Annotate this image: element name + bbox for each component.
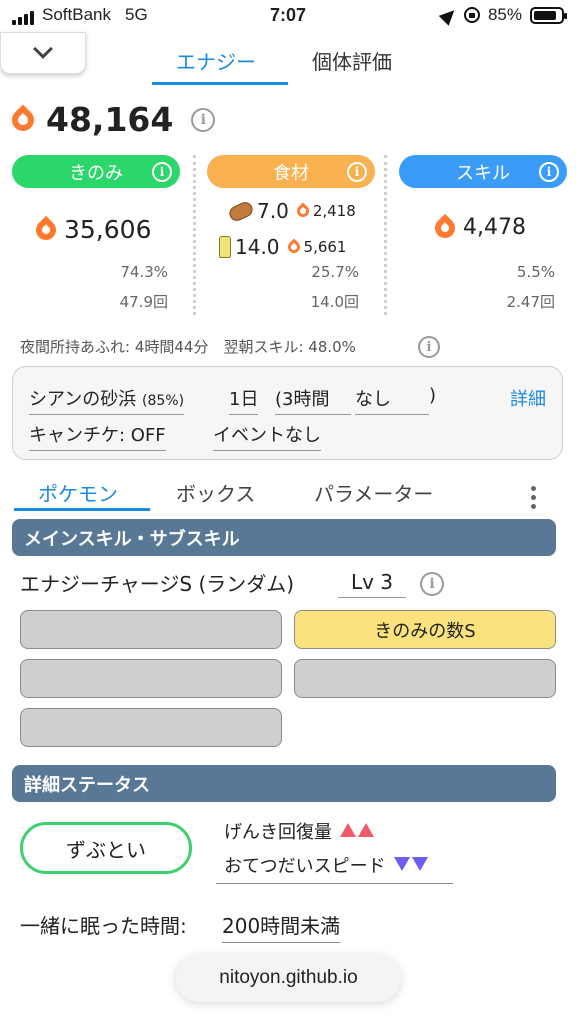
rotation-lock-icon: [463, 7, 480, 23]
info-icon[interactable]: i: [420, 572, 444, 596]
sub-tabs: ポケモン ボックス パラメーター: [0, 474, 576, 514]
time-range-select[interactable]: (3時間: [275, 385, 351, 415]
skill-count: 2.47回: [506, 293, 555, 311]
info-icon[interactable]: i: [347, 162, 367, 182]
ingredient-percent: 25.7%: [311, 263, 359, 281]
sub-skill-slot[interactable]: [294, 659, 556, 698]
sleep-time-select[interactable]: 200時間未満: [222, 910, 341, 943]
berry-percent: 74.3%: [120, 263, 168, 281]
night-info: 夜間所持あふれ: 4時間44分 翌朝スキル: 48.0%: [20, 336, 356, 357]
details-section-header: 詳細ステータス: [12, 765, 556, 802]
battery-icon: [530, 6, 567, 24]
ingredient-label-text: 食材: [273, 162, 309, 184]
oil-bottle-icon: [219, 236, 231, 258]
energy-flame-icon: [294, 202, 312, 220]
sub-skill-slot[interactable]: [20, 610, 282, 649]
field-bonus: (85%): [142, 393, 185, 409]
potato-icon: [226, 199, 256, 223]
total-energy: 48,164 i: [7, 100, 216, 139]
info-icon[interactable]: i: [191, 107, 216, 132]
info-icon[interactable]: i: [539, 162, 559, 182]
sub-skill-slot[interactable]: [20, 659, 282, 698]
ingredient-column: 食材 i 7.0 2,418 14.0 5,661 25.7% 14.0回: [207, 155, 375, 315]
close-paren: ): [429, 385, 437, 406]
day-select[interactable]: 1日: [229, 385, 259, 415]
field-select[interactable]: シアンの砂浜 (85%): [29, 385, 185, 415]
chevron-down-icon: [33, 39, 53, 59]
event-select[interactable]: イベントなし: [213, 421, 321, 451]
location-arrow-icon: [438, 4, 460, 26]
night-info-text: 夜間所持あふれ: 4時間44分 翌朝スキル: 48.0%: [20, 338, 356, 356]
skill-column: スキル i 4,478 5.5% 2.47回: [399, 155, 567, 315]
down-arrow-icon: [393, 855, 428, 876]
nature-divider: [216, 883, 453, 884]
skill-percent: 5.5%: [516, 263, 555, 281]
main-skill-name: エナジーチャージS (ランダム): [20, 572, 295, 596]
ingredient-label[interactable]: 食材 i: [207, 155, 375, 188]
tab-box[interactable]: ボックス: [176, 478, 255, 507]
skill-energy: 4,478: [463, 215, 526, 240]
settings-panel: シアンの砂浜 (85%) 1日 (3時間 なし ) 詳細 キャンチケ: OFF …: [12, 366, 563, 460]
sleep-time-label: 一緒に眠った時間:: [20, 914, 187, 938]
tab-pokemon[interactable]: ポケモン: [38, 478, 118, 507]
ingredient-energy: 2,418: [312, 202, 356, 220]
nature-up-label: げんき回復量: [224, 822, 332, 843]
berry-energy: 35,606: [64, 215, 152, 244]
ingredient-energy: 5,661: [303, 238, 347, 256]
skills-section-header: メインスキル・サブスキル: [12, 519, 556, 556]
ingredient-count: 14.0回: [310, 293, 359, 311]
top-tabs: エナジー 個体評価: [0, 38, 576, 86]
info-icon[interactable]: i: [152, 162, 172, 182]
tab-active-indicator: [14, 508, 150, 511]
skill-level-select[interactable]: Lv 3: [338, 570, 406, 598]
tab-active-indicator: [152, 82, 288, 85]
detail-link[interactable]: 詳細: [510, 385, 546, 411]
ingredient-amount: 7.0: [257, 199, 289, 223]
energy-flame-icon: [430, 213, 460, 242]
tab-energy[interactable]: エナジー: [176, 46, 256, 75]
ingredient-amount: 14.0: [235, 235, 280, 259]
status-bar: SoftBank 5G 7:07 85%: [0, 0, 576, 34]
event-time-select[interactable]: なし: [355, 385, 429, 415]
battery-percent: 85%: [487, 5, 522, 24]
more-menu-icon[interactable]: [531, 486, 536, 509]
collapse-button[interactable]: [0, 32, 86, 74]
info-icon[interactable]: i: [418, 336, 440, 358]
nature-down-effect: おてつだいスピード: [224, 852, 428, 878]
url-bar[interactable]: nitoyon.github.io: [176, 954, 401, 1002]
field-name: シアンの砂浜: [29, 389, 137, 410]
skill-label[interactable]: スキル i: [399, 155, 567, 188]
nature-button[interactable]: ずぶとい: [20, 822, 192, 874]
total-energy-value: 48,164: [46, 100, 174, 139]
berry-column: きのみ i 35,606 74.3% 47.9回: [12, 155, 180, 315]
tab-individual-evaluation[interactable]: 個体評価: [312, 46, 392, 75]
tab-parameter[interactable]: パラメーター: [314, 478, 433, 507]
energy-flame-icon: [285, 238, 303, 256]
camp-ticket-toggle[interactable]: キャンチケ: OFF: [29, 421, 166, 451]
energy-flame-icon: [31, 215, 61, 244]
column-divider: [384, 155, 387, 315]
column-divider: [193, 155, 196, 315]
berry-count: 47.9回: [119, 293, 168, 311]
skill-label-text: スキル: [456, 162, 510, 184]
sub-skill-slot[interactable]: [20, 708, 282, 747]
up-arrow-icon: [340, 821, 374, 842]
nature-up-effect: げんき回復量: [224, 818, 374, 844]
berry-label-text: きのみ: [69, 162, 123, 184]
sub-skill-slot[interactable]: きのみの数S: [294, 610, 556, 649]
energy-flame-icon: [7, 103, 39, 136]
berry-label[interactable]: きのみ i: [12, 155, 180, 188]
nature-down-label: おてつだいスピード: [224, 856, 386, 877]
